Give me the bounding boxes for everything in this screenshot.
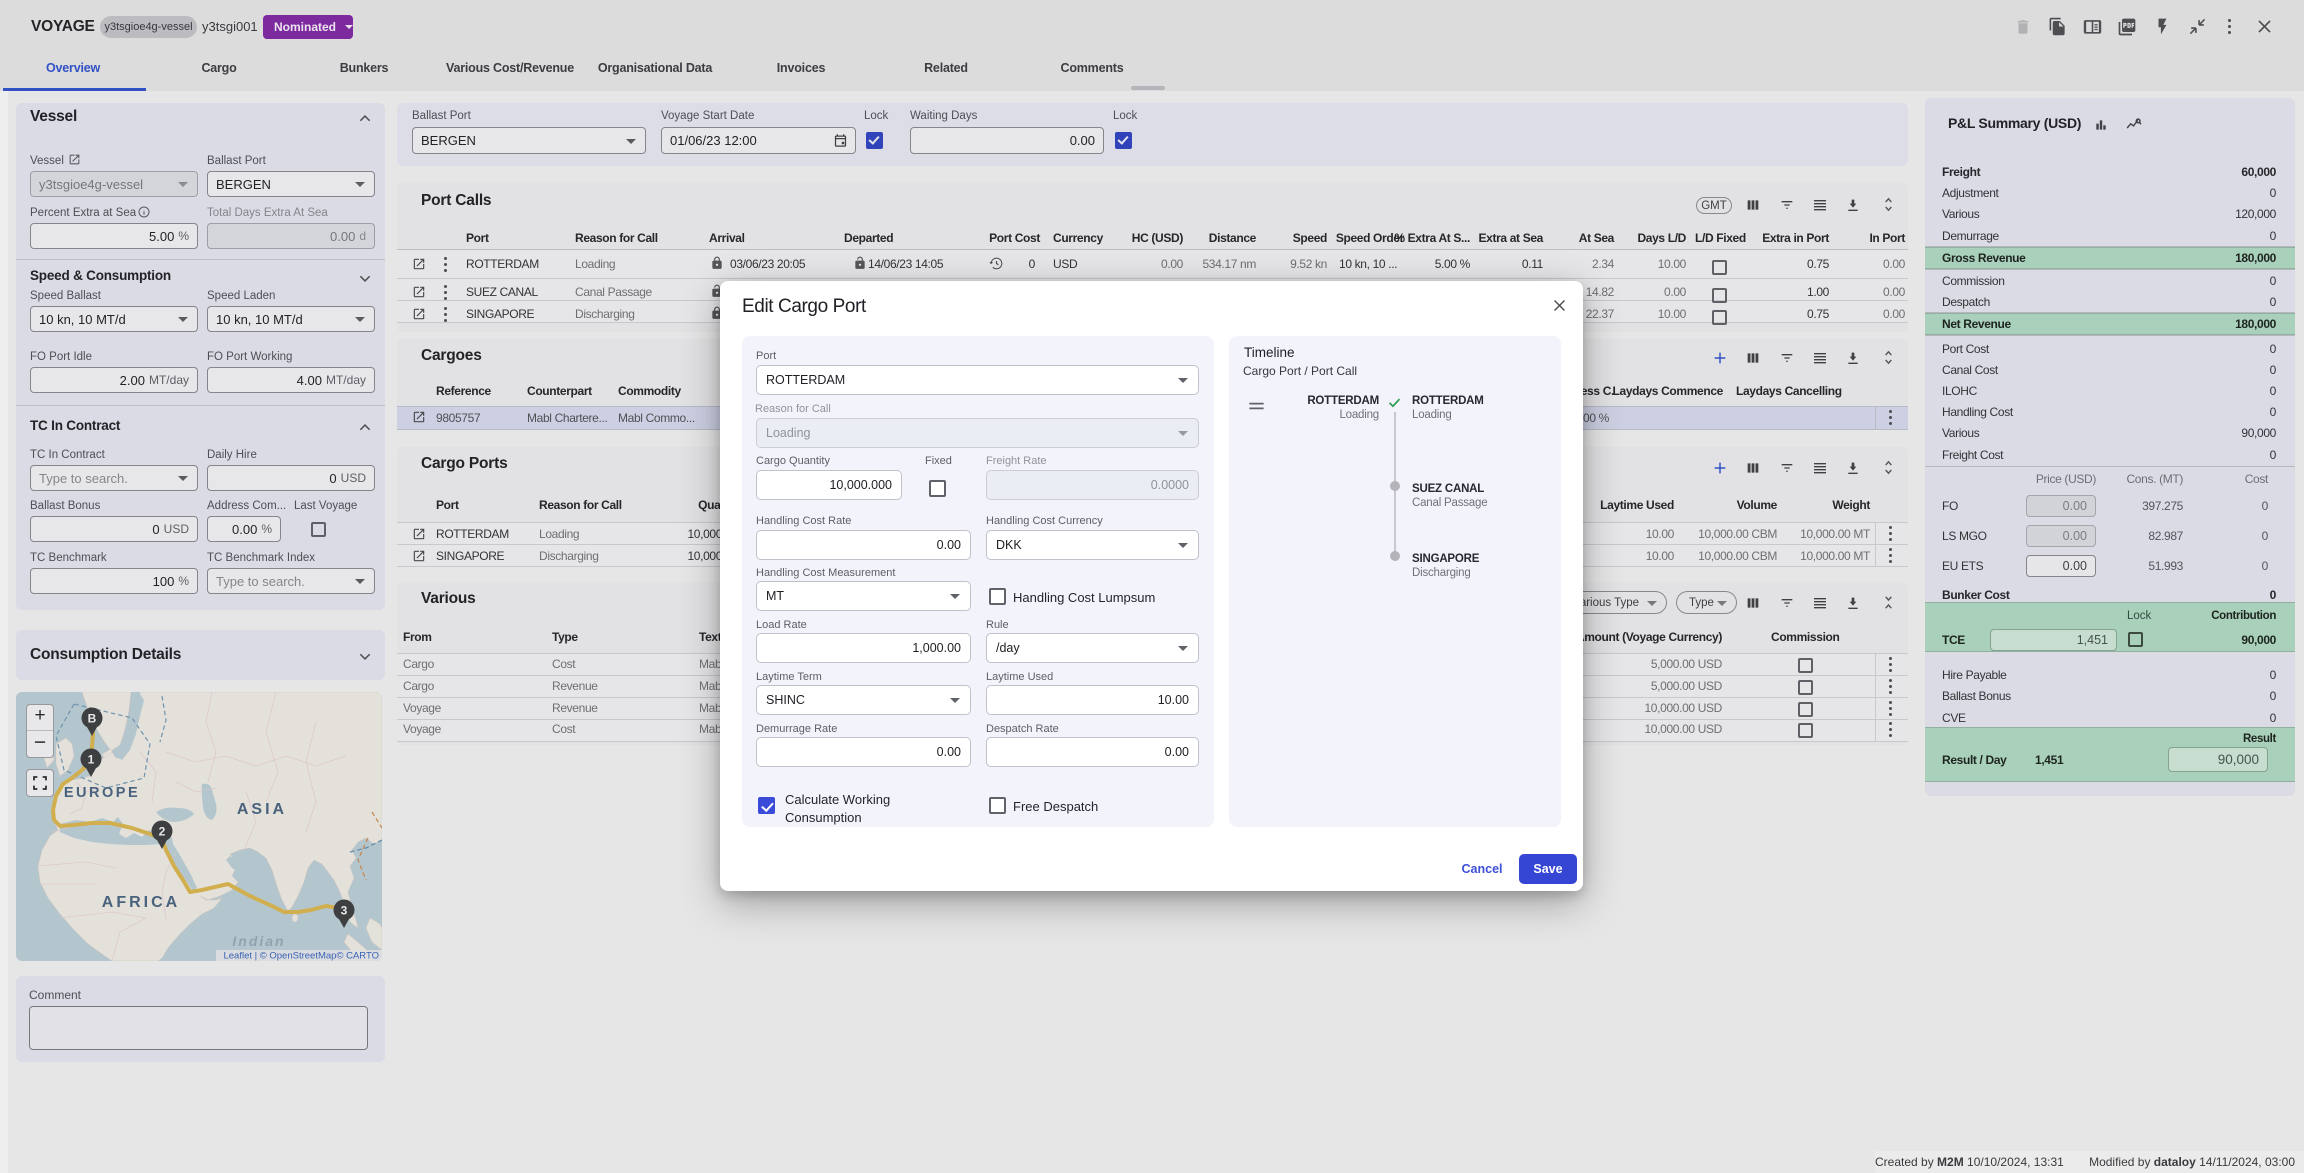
svg-text:Leaflet | © OpenStreetMap© CAR: Leaflet | © OpenStreetMap© CARTO — [223, 951, 379, 962]
svg-text:Indian: Indian — [232, 933, 285, 949]
svg-text:EUROPE: EUROPE — [64, 785, 140, 801]
svg-text:1: 1 — [88, 753, 95, 767]
svg-text:ASIA: ASIA — [237, 801, 287, 818]
svg-text:B: B — [88, 712, 97, 726]
svg-text:2: 2 — [159, 825, 166, 839]
svg-text:3: 3 — [341, 904, 348, 918]
svg-text:AFRICA: AFRICA — [102, 894, 180, 911]
